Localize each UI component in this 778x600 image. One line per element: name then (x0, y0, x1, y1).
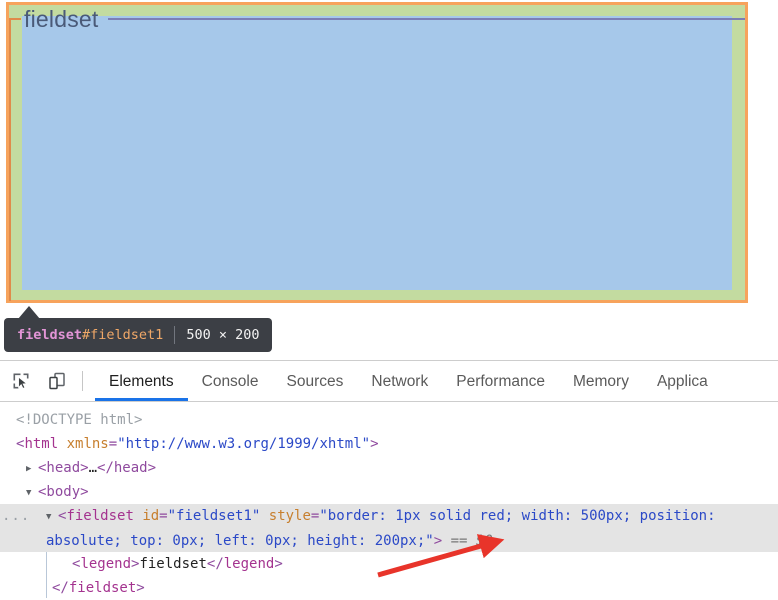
legend-close-lt: </ (206, 556, 224, 572)
body-collapse-triangle-icon[interactable]: ▼ (26, 481, 38, 505)
fieldset-tag-name: fieldset (66, 508, 134, 524)
html-tag-name: html (24, 436, 59, 452)
tooltip-dimensions: 500 × 200 (186, 327, 260, 343)
fieldset-border-left (9, 18, 11, 301)
devtools-panel: Elements Console Sources Network Perform… (0, 360, 778, 598)
element-highlight-content-box (22, 16, 732, 290)
toolbar-divider (82, 371, 83, 391)
fieldset-legend-text: fieldset (24, 6, 99, 32)
scroll-ellipsis-badge[interactable]: ... (2, 504, 30, 528)
legend-close-tag-name: legend (223, 556, 275, 572)
fieldset-style-attr-name: style (268, 508, 311, 524)
dom-row-legend[interactable]: <legend>fieldset</legend> (0, 552, 778, 576)
dom-row-html[interactable]: <html xmlns="http://www.w3.org/1999/xhtm… (0, 432, 778, 456)
inspect-element-icon[interactable] (6, 366, 36, 396)
fieldset-collapse-triangle-icon[interactable]: ▼ (46, 505, 58, 529)
tab-network[interactable]: Network (357, 362, 442, 401)
tab-elements[interactable]: Elements (95, 362, 188, 401)
dom-row-fieldset-close[interactable]: </fieldset> (0, 576, 778, 600)
doctype-text: <!DOCTYPE html> (16, 412, 143, 428)
html-open-gt: > (370, 436, 379, 452)
fieldset-border-top-left (9, 18, 21, 20)
element-inspect-tooltip: fieldset #fieldset1 500 × 200 (4, 318, 273, 352)
body-open-tag: <body> (38, 484, 89, 500)
tab-application[interactable]: Applica (643, 362, 722, 401)
device-toolbar-icon[interactable] (42, 366, 72, 396)
dom-row-doctype[interactable]: <!DOCTYPE html> (0, 408, 778, 432)
dom-row-body[interactable]: ▼ <body> (0, 480, 778, 504)
dom-tree: <!DOCTYPE html> <html xmlns="http://www.… (0, 402, 778, 600)
eq-1: = (159, 508, 168, 524)
dom-row-head[interactable]: ▶ <head>…</head> (0, 456, 778, 480)
selected-node-reference: == $0 (450, 533, 493, 549)
legend-close-gt: > (274, 556, 283, 572)
space-3 (260, 508, 268, 524)
tab-performance[interactable]: Performance (442, 362, 559, 401)
devtools-toolbar: Elements Console Sources Network Perform… (0, 361, 778, 402)
tab-sources[interactable]: Sources (273, 362, 358, 401)
tab-console[interactable]: Console (188, 362, 273, 401)
html-xmlns-attr-name: xmlns (66, 436, 109, 452)
head-open-tag: <head> (38, 460, 89, 476)
dom-row-fieldset-selected[interactable]: ... ▼ <fieldset id="fieldset1" style="bord… (0, 504, 778, 552)
fieldset-id-attr-value: "fieldset1" (167, 508, 261, 524)
tab-memory[interactable]: Memory (559, 362, 643, 401)
html-xmlns-attr-value: "http://www.w3.org/1999/xhtml" (117, 436, 371, 452)
html-xmlns-eq: = (108, 436, 118, 452)
tooltip-tag-name: fieldset (17, 327, 83, 343)
legend-text-node: fieldset (139, 556, 207, 572)
tooltip-element-id: #fieldset1 (82, 327, 164, 343)
fieldset-id-attr-name: id (142, 508, 160, 524)
head-ellipsis: … (88, 460, 98, 476)
fieldset-open-gt: > (433, 533, 443, 549)
fieldset-border-top-right (108, 18, 745, 20)
head-expand-triangle-icon[interactable]: ▶ (26, 457, 38, 481)
legend-tag-name: legend (80, 556, 132, 572)
head-close-tag: </head> (97, 460, 157, 476)
tooltip-separator (174, 326, 176, 344)
space-1 (58, 436, 66, 452)
browser-viewport: fieldset fieldset #fieldset1 500 × 200 (0, 0, 778, 360)
